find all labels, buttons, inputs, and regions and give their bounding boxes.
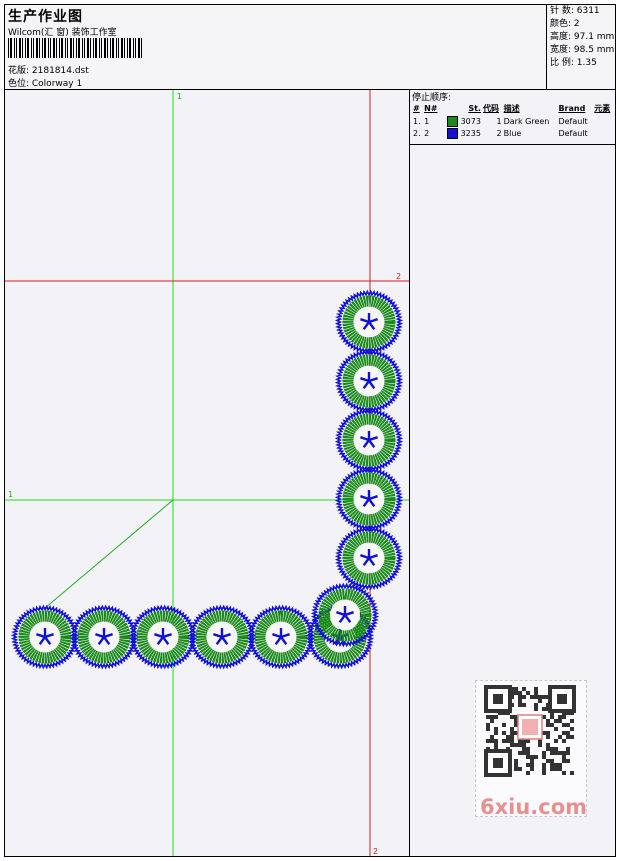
- sheet-header: 生产作业图 Wilcom(汇 窗) 装饰工作室 花版: 2181814.dst …: [5, 5, 615, 90]
- embroidery-motif: [187, 604, 257, 670]
- embroidery-motif: [246, 604, 316, 670]
- color-table: # N# St. 代码 描述 Brand 元素 1. 1 3073 1 Dark…: [412, 102, 614, 139]
- stat-scale: 比 例: 1.35: [550, 58, 597, 68]
- row-stitches-cell: 3073: [441, 115, 482, 127]
- watermark-logo: 6xiu.com: [480, 795, 588, 819]
- table-row[interactable]: 2. 2 3235 2 Blue Default: [412, 127, 614, 139]
- stats-panel: 针 数: 6311 颜色: 2 高度: 97.1 mm 宽度: 98.5 mm …: [546, 5, 616, 89]
- col-brand: Brand: [558, 104, 586, 113]
- table-row[interactable]: 1. 1 3073 1 Dark Green Default: [412, 115, 614, 127]
- pattern-file: 花版: 2181814.dst: [8, 66, 89, 76]
- embroidery-motif: [334, 289, 404, 355]
- row-desc: Blue: [503, 128, 522, 138]
- company-name: Wilcom(汇 窗) 装饰工作室: [8, 28, 117, 38]
- panel-divider: [410, 144, 615, 145]
- color-sequence-panel: 停止顺序: # N# St. 代码 描述 Brand 元素 1. 1 3073: [410, 90, 615, 856]
- design-canvas: 1 1 2 2: [5, 90, 410, 856]
- embroidery-motif: [310, 582, 380, 648]
- col-needle: N#: [424, 104, 438, 113]
- row-code: 2: [496, 128, 502, 138]
- barcode: [8, 38, 142, 58]
- row-stitches: 3073: [460, 116, 481, 126]
- row-stitches-cell: 3235: [441, 127, 482, 139]
- color-swatch: [447, 115, 459, 127]
- green-horizontal-label: 1: [8, 490, 13, 499]
- embroidery-motif: [10, 604, 80, 670]
- sheet-title: 生产作业图: [8, 9, 83, 25]
- row-desc: Dark Green: [503, 116, 550, 126]
- motif-chain: [10, 289, 404, 670]
- qr-code-icon: [484, 685, 576, 777]
- embroidery-design: 1 1 2 2: [5, 90, 409, 856]
- stat-stitches: 针 数: 6311: [550, 6, 600, 16]
- col-desc: 描述: [503, 104, 520, 113]
- row-needle: 1: [424, 116, 430, 126]
- row-brand: Default: [558, 116, 588, 126]
- embroidery-motif: [334, 525, 404, 591]
- embroidery-motif: [334, 466, 404, 532]
- row-brand: Default: [558, 128, 588, 138]
- col-code: 代码: [482, 104, 499, 113]
- colorway: 色位: Colorway 1: [8, 79, 83, 89]
- col-stitches: St.: [468, 104, 481, 113]
- green-vertical-label: 1: [177, 92, 182, 101]
- col-element: 元素: [594, 104, 611, 113]
- stat-width: 宽度: 98.5 mm: [550, 45, 615, 55]
- row-needle: 2: [424, 128, 430, 138]
- row-stitches: 3235: [460, 128, 481, 138]
- stat-colors: 颜色: 2: [550, 19, 580, 29]
- stat-height: 高度: 97.1 mm: [550, 32, 615, 42]
- red-horizontal-label: 2: [396, 272, 401, 281]
- embroidery-motif: [128, 604, 198, 670]
- row-num: 2.: [413, 128, 421, 138]
- embroidery-motif: [334, 348, 404, 414]
- row-num: 1.: [413, 116, 421, 126]
- travel-line: [44, 499, 174, 609]
- production-sheet: 生产作业图 Wilcom(汇 窗) 装饰工作室 花版: 2181814.dst …: [4, 4, 616, 857]
- color-table-header: # N# St. 代码 描述 Brand 元素: [412, 102, 614, 115]
- red-vertical-label: 2: [373, 847, 378, 856]
- row-element: [593, 127, 614, 139]
- row-code: 1: [496, 116, 502, 126]
- embroidery-motif: [69, 604, 139, 670]
- embroidery-motif: [334, 407, 404, 473]
- row-element: [593, 115, 614, 127]
- color-swatch: [447, 127, 459, 139]
- col-num: #: [413, 104, 420, 113]
